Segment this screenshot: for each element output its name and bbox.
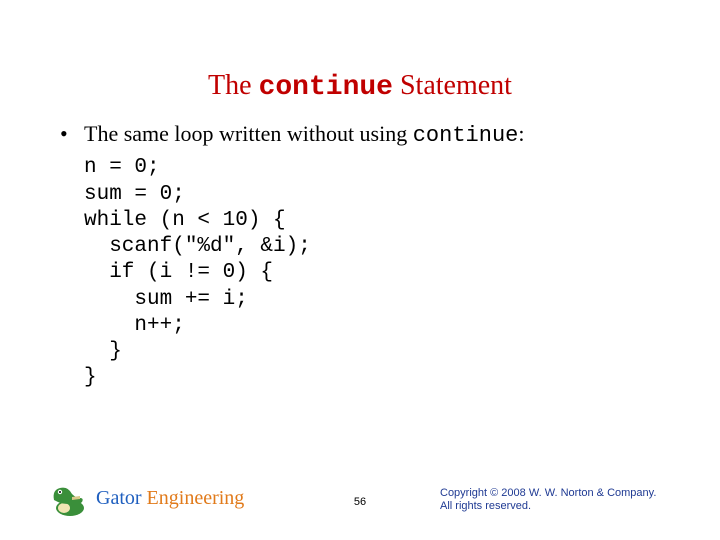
copyright-line-1: Copyright © 2008 W. W. Norton & Company. [440,487,680,501]
title-post: Statement [393,70,512,101]
footer: Gator Engineering 56 Copyright © 2008 W.… [0,468,720,518]
slide-title: The continue Statement [0,0,720,103]
title-pre: The [208,70,259,101]
bullet-post: : [518,121,524,146]
code-block: n = 0; sum = 0; while (n < 10) { scanf("… [60,155,680,391]
copyright-block: Copyright © 2008 W. W. Norton & Company.… [440,487,680,515]
bullet-mono: continue [413,123,519,148]
slide: The continue Statement The same loop wri… [0,0,720,540]
bullet-item: The same loop written without using cont… [60,121,680,149]
title-mono: continue [259,72,393,103]
slide-body: The same loop written without using cont… [0,103,720,392]
bullet-pre: The same loop written without using [84,121,413,146]
copyright-line-2: All rights reserved. [440,500,680,514]
